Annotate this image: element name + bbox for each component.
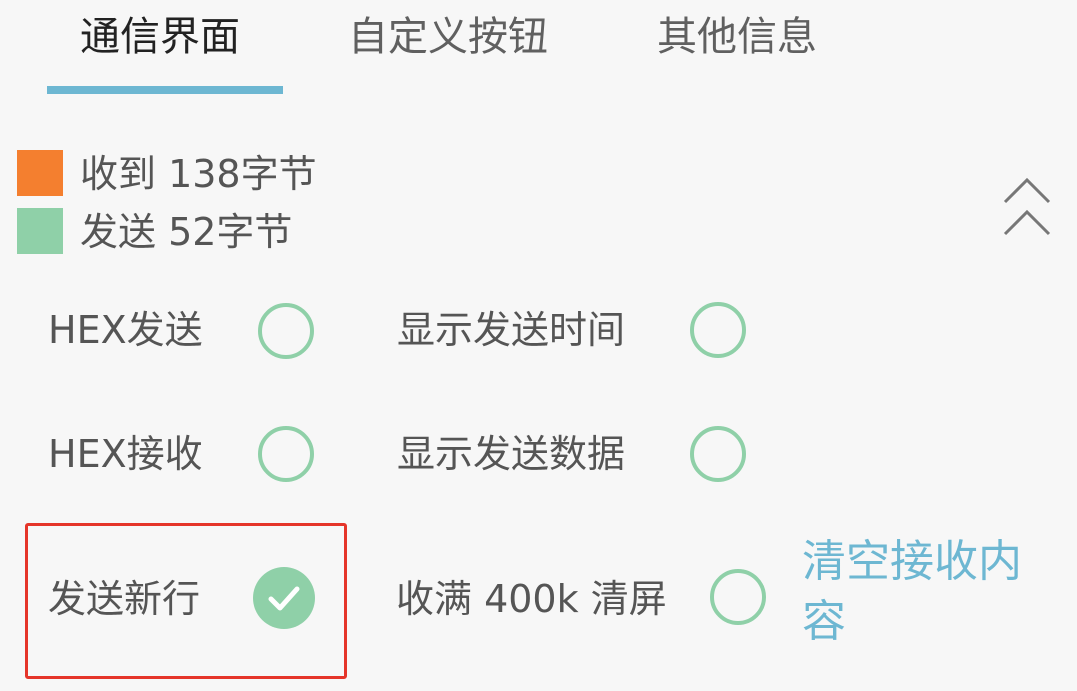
received-bytes-label: 收到 138字节 <box>80 152 317 196</box>
show-send-data-radio[interactable] <box>690 426 746 482</box>
show-send-data-label: 显示发送数据 <box>397 432 626 476</box>
hex-receive-radio[interactable] <box>258 426 314 482</box>
tab-other-info[interactable]: 其他信息 <box>657 10 817 64</box>
clear-when-full-radio[interactable] <box>710 569 766 625</box>
clear-when-full-label: 收满 400k 清屏 <box>396 577 667 621</box>
show-send-time-radio[interactable] <box>690 302 746 358</box>
highlight-box <box>25 523 347 679</box>
hex-send-label: HEX发送 <box>48 308 203 352</box>
sent-bytes-label: 发送 52字节 <box>80 210 293 254</box>
hex-receive-label: HEX接收 <box>48 432 203 476</box>
tab-custom-buttons[interactable]: 自定义按钮 <box>348 10 548 64</box>
active-tab-indicator <box>47 86 283 94</box>
double-chevron-up-icon[interactable] <box>1000 172 1054 242</box>
tab-communication[interactable]: 通信界面 <box>80 10 240 64</box>
hex-send-radio[interactable] <box>258 303 314 359</box>
received-color-swatch <box>17 150 63 196</box>
show-send-time-label: 显示发送时间 <box>397 308 626 352</box>
clear-received-button[interactable]: 清空接收内容 <box>802 532 1022 652</box>
sent-color-swatch <box>17 208 63 254</box>
